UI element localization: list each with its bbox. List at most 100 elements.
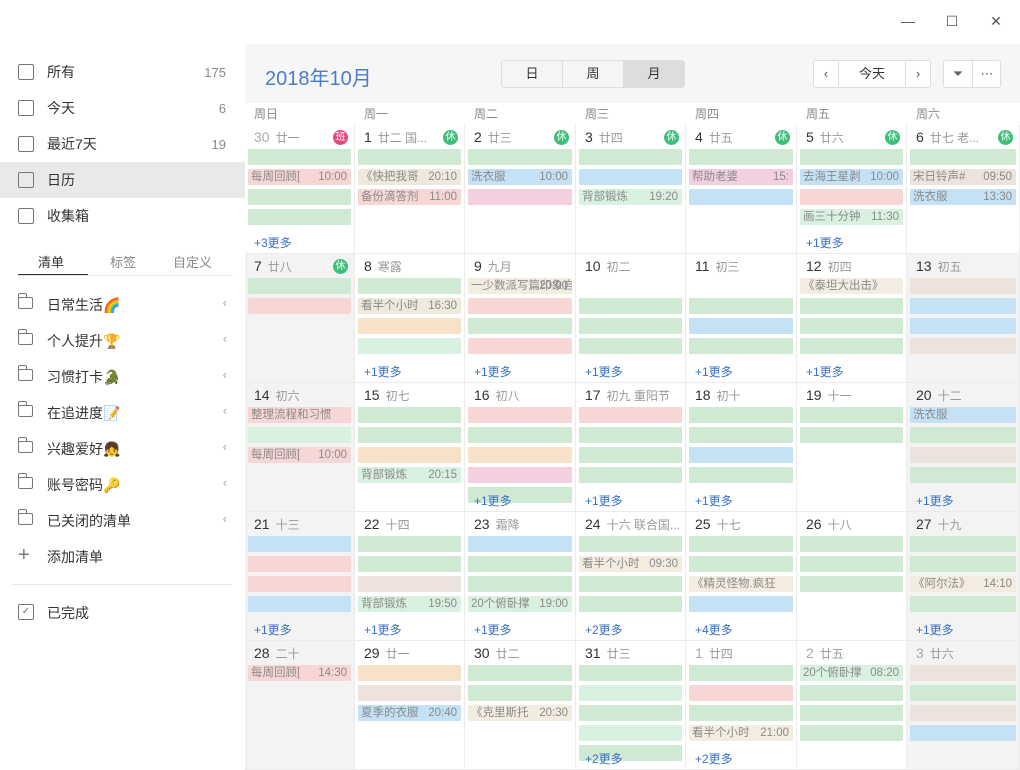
sidebar-item-completed[interactable]: ✓ 已完成 <box>0 594 245 630</box>
more-events-link[interactable]: +1更多 <box>364 363 402 380</box>
event-chip[interactable] <box>910 278 1016 294</box>
event-chip[interactable] <box>800 725 903 741</box>
event-chip[interactable] <box>468 665 572 681</box>
chevron-left-icon[interactable]: ‹ <box>223 331 227 346</box>
sidebar-list-5[interactable]: 账号密码🔑 ‹ <box>0 466 245 502</box>
sidebar-list-2[interactable]: 习惯打卡🐊 ‹ <box>0 358 245 394</box>
today-button[interactable]: 今天 <box>838 61 906 87</box>
more-events-link[interactable]: +2更多 <box>585 621 623 638</box>
event-chip[interactable] <box>689 338 793 354</box>
calendar-day-cell[interactable]: 22 十四 背部锻炼 19:50 +1更多 <box>355 512 465 641</box>
event-chip[interactable] <box>800 407 903 423</box>
calendar-day-cell[interactable]: 29 廿一 夏季的衣服 20:40 <box>355 641 465 770</box>
more-events-link[interactable]: +1更多 <box>806 363 844 380</box>
event-chip[interactable]: 看半个小时 16:30 <box>358 298 461 314</box>
event-chip[interactable] <box>689 596 793 612</box>
event-chip[interactable] <box>689 665 793 681</box>
event-chip[interactable] <box>358 278 461 294</box>
calendar-day-cell[interactable]: 24 十六 联合国... 看半个小时 09:30 +2更多 <box>576 512 686 641</box>
event-chip[interactable] <box>800 338 903 354</box>
event-chip[interactable]: 背部锻炼 19:50 <box>358 596 461 612</box>
more-events-link[interactable]: +2更多 <box>695 750 733 767</box>
sidebar-item-0[interactable]: 所有 175 <box>0 54 245 90</box>
event-chip[interactable] <box>800 556 903 572</box>
event-chip[interactable] <box>579 149 682 165</box>
event-chip[interactable]: 画三十分钟 11:30 <box>800 209 903 225</box>
event-chip[interactable] <box>579 685 682 701</box>
calendar-day-cell[interactable]: 9 九月一少数派写篇印象自适应的文章20:00 +1更多 <box>465 254 576 383</box>
event-chip[interactable] <box>910 338 1016 354</box>
chevron-left-icon[interactable]: ‹ <box>223 475 227 490</box>
event-chip[interactable] <box>910 685 1016 701</box>
calendar-day-cell[interactable]: 13 初五 <box>907 254 1020 383</box>
event-chip[interactable] <box>579 467 682 483</box>
more-events-link[interactable]: +1更多 <box>585 363 623 380</box>
event-chip[interactable] <box>689 467 793 483</box>
more-events-link[interactable]: +1更多 <box>474 621 512 638</box>
event-chip[interactable]: 去海王星剥 10:00 <box>800 169 903 185</box>
event-chip[interactable] <box>358 427 461 443</box>
calendar-day-cell[interactable]: 26 十八 <box>797 512 907 641</box>
event-chip[interactable] <box>358 447 461 463</box>
calendar-day-cell[interactable]: 7 廿八 休 17:00 <box>245 254 355 383</box>
event-chip[interactable] <box>689 189 793 205</box>
event-chip[interactable] <box>358 685 461 701</box>
event-chip[interactable] <box>579 427 682 443</box>
event-chip[interactable] <box>579 407 682 423</box>
event-chip[interactable] <box>910 447 1016 463</box>
close-icon[interactable]: ✕ <box>987 12 1005 30</box>
calendar-day-cell[interactable]: 19 十一 <box>797 383 907 512</box>
event-chip[interactable] <box>468 298 572 314</box>
chevron-left-icon[interactable]: ‹ <box>223 403 227 418</box>
event-chip[interactable]: 每周回顾[10:00 <box>248 447 351 463</box>
event-chip[interactable] <box>689 536 793 552</box>
tab-lists[interactable]: 清单 <box>38 252 64 271</box>
event-chip[interactable] <box>689 556 793 572</box>
event-chip[interactable]: 每周回顾[10:00 <box>248 169 351 185</box>
prev-month-icon[interactable]: ‹ <box>814 61 838 87</box>
event-chip[interactable] <box>910 318 1016 334</box>
event-chip[interactable] <box>468 407 572 423</box>
tab-custom[interactable]: 自定义 <box>173 252 212 271</box>
event-chip[interactable] <box>468 467 572 483</box>
event-chip[interactable]: 宋日铃声# 09:50 <box>910 169 1016 185</box>
event-chip[interactable]: 一少数派写篇印象自适应的文章20:00 <box>468 278 572 294</box>
event-chip[interactable] <box>800 318 903 334</box>
event-chip[interactable] <box>800 149 903 165</box>
event-chip[interactable] <box>579 338 682 354</box>
event-chip[interactable]: 《阿尔法》 14:10 <box>910 576 1016 592</box>
view-day-button[interactable]: 日 <box>502 61 562 87</box>
event-chip[interactable] <box>358 407 461 423</box>
calendar-day-cell[interactable]: 15 初七 背部锻炼 20:15 <box>355 383 465 512</box>
event-chip[interactable] <box>910 725 1016 741</box>
event-chip[interactable] <box>468 338 572 354</box>
event-chip[interactable] <box>800 536 903 552</box>
event-chip[interactable] <box>248 596 351 612</box>
chevron-left-icon[interactable]: ‹ <box>223 511 227 526</box>
more-events-link[interactable]: +1更多 <box>585 492 623 509</box>
event-chip[interactable] <box>248 149 351 165</box>
event-chip[interactable]: 整理流程和习惯 <box>248 407 351 423</box>
event-chip[interactable] <box>248 536 351 552</box>
minimize-icon[interactable]: — <box>899 12 917 30</box>
event-chip[interactable] <box>689 705 793 721</box>
more-events-link[interactable]: +1更多 <box>695 492 733 509</box>
more-events-link[interactable]: +2更多 <box>585 750 623 767</box>
event-chip[interactable]: 备份滴答剂 11:00 <box>358 189 461 205</box>
event-chip[interactable]: 《精灵怪物.疯狂 <box>689 576 793 592</box>
event-chip[interactable] <box>910 556 1016 572</box>
sidebar-list-4[interactable]: 兴趣爱好👧 ‹ <box>0 430 245 466</box>
event-chip[interactable] <box>468 149 572 165</box>
event-chip[interactable] <box>800 576 903 592</box>
event-chip[interactable]: 背部锻炼 20:15 <box>358 467 461 483</box>
event-chip[interactable] <box>468 576 572 592</box>
calendar-day-cell[interactable]: 21 十三 +1更多 <box>245 512 355 641</box>
event-chip[interactable] <box>579 169 682 185</box>
event-chip[interactable]: 洗衣服 10:00 <box>468 169 572 185</box>
calendar-day-cell[interactable]: 27 十九 《阿尔法》 14:10 +1更多 <box>907 512 1020 641</box>
calendar-day-cell[interactable]: 11 初三 +1更多 <box>686 254 797 383</box>
event-chip[interactable] <box>468 685 572 701</box>
event-chip[interactable] <box>579 596 682 612</box>
event-chip[interactable] <box>689 407 793 423</box>
more-events-link[interactable]: +3更多 <box>254 234 292 251</box>
